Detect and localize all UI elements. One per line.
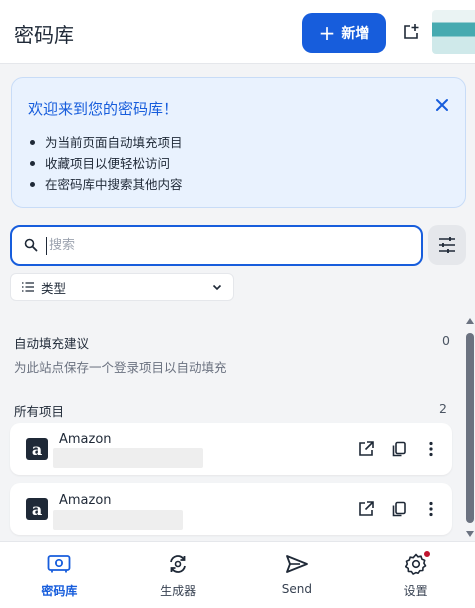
chevron-down-icon: [212, 284, 222, 291]
type-filter-select[interactable]: 类型: [10, 273, 234, 301]
all-items-section-title: 所有项目: [14, 404, 65, 419]
amazon-logo-icon: a: [26, 438, 48, 460]
vault-icon: [46, 552, 72, 576]
list-icon: [22, 282, 34, 292]
search-box: [10, 225, 423, 266]
nav-generator[interactable]: 生成器: [119, 542, 238, 608]
bottom-nav: 密码库 生成器 Send 设置: [0, 541, 475, 608]
generator-icon: [165, 552, 191, 576]
vault-item-row[interactable]: a Amazon: [10, 423, 452, 475]
welcome-bullet: 在密码库中搜索其他内容: [28, 174, 183, 195]
scroll-down-arrow[interactable]: [466, 531, 474, 537]
type-filter-label: 类型: [41, 280, 67, 296]
close-icon[interactable]: [430, 93, 454, 117]
new-item-label: 新增: [341, 26, 370, 42]
amazon-logo-icon: a: [26, 498, 48, 520]
more-options-icon[interactable]: [419, 497, 443, 521]
nav-vault[interactable]: 密码库: [0, 542, 119, 608]
scrollbar-thumb[interactable]: [466, 333, 474, 523]
redacted-username: [53, 510, 183, 530]
popout-icon[interactable]: [397, 18, 425, 46]
launch-icon[interactable]: [354, 437, 378, 461]
account-avatar[interactable]: [432, 10, 475, 54]
welcome-list: 为当前页面自动填充项目 收藏项目以便轻松访问 在密码库中搜索其他内容: [28, 132, 183, 195]
item-name: Amazon: [59, 432, 112, 447]
launch-icon[interactable]: [354, 497, 378, 521]
all-items-count: 2: [439, 401, 447, 416]
settings-icon: [403, 550, 431, 576]
copy-icon[interactable]: [387, 437, 411, 461]
more-options-icon[interactable]: [419, 437, 443, 461]
welcome-bullet: 为当前页面自动填充项目: [28, 132, 183, 153]
notification-badge: [422, 550, 431, 558]
nav-settings[interactable]: 设置: [356, 542, 475, 608]
nav-vault-label: 密码库: [41, 584, 78, 598]
welcome-card: 欢迎来到您的密码库！ 为当前页面自动填充项目 收藏项目以便轻松访问 在密码库中搜…: [11, 77, 466, 208]
nav-settings-label: 设置: [403, 584, 428, 598]
nav-generator-label: 生成器: [160, 584, 197, 598]
autofill-hint: 为此站点保存一个登录项目以自动填充: [14, 360, 227, 375]
welcome-bullet: 收藏项目以便轻松访问: [28, 153, 183, 174]
sliders-icon: [439, 237, 455, 253]
nav-send[interactable]: Send: [238, 542, 357, 608]
item-name: Amazon: [59, 493, 112, 508]
nav-send-label: Send: [281, 582, 312, 596]
header: 密码库 + 新增: [0, 0, 475, 64]
plus-icon: +: [318, 21, 336, 45]
filter-toggle-button[interactable]: [428, 225, 466, 265]
scroll-up-arrow[interactable]: [466, 318, 474, 324]
welcome-title: 欢迎来到您的密码库！: [28, 100, 179, 118]
new-item-button[interactable]: + 新增: [302, 13, 386, 53]
autofill-count: 0: [442, 333, 450, 348]
search-icon: [24, 238, 40, 254]
page-title: 密码库: [14, 23, 74, 47]
send-icon: [284, 552, 310, 576]
redacted-username: [53, 448, 203, 468]
vault-item-row[interactable]: a Amazon: [10, 483, 452, 535]
copy-icon[interactable]: [387, 497, 411, 521]
search-input[interactable]: [46, 236, 386, 255]
autofill-section-title: 自动填充建议: [14, 336, 90, 351]
